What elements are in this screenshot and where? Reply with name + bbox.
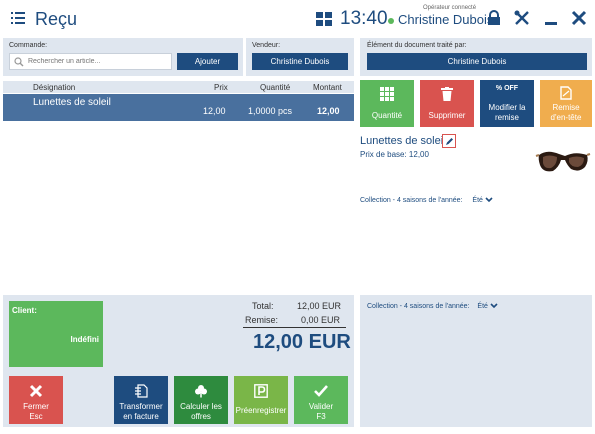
validate-key: F3 bbox=[316, 412, 326, 421]
modify-discount-button[interactable]: % OFF Modifier la remise bbox=[480, 80, 534, 127]
total-value: 12,00 EUR bbox=[297, 301, 342, 311]
grid-icon bbox=[380, 87, 394, 101]
col-designation: Désignation bbox=[33, 83, 76, 92]
offers-label-1: Calculer les bbox=[180, 402, 222, 411]
tools-icon[interactable] bbox=[514, 10, 530, 26]
chevron-down-icon[interactable] bbox=[490, 303, 498, 309]
close-icon[interactable] bbox=[571, 10, 587, 26]
search-field[interactable] bbox=[9, 53, 172, 70]
table-row[interactable]: Lunettes de soleil 12,00 1,0000 pcs 12,0… bbox=[3, 94, 354, 121]
preregister-button[interactable]: Préenregistrer bbox=[234, 376, 288, 424]
clover-icon bbox=[195, 385, 207, 398]
invoice-icon bbox=[135, 384, 148, 398]
header-discount-label: Remise d'en-tête bbox=[550, 103, 582, 122]
doc-collection-value[interactable]: Été bbox=[477, 303, 488, 310]
check-icon bbox=[314, 385, 328, 397]
parking-p-icon bbox=[254, 384, 268, 398]
validate-button[interactable]: Valider F3 bbox=[294, 376, 348, 424]
grand-total: 12,00 EUR bbox=[253, 331, 351, 353]
windows-grid-icon[interactable] bbox=[316, 12, 332, 26]
total-label: Total: bbox=[252, 301, 274, 311]
quantity-button[interactable]: Quantité bbox=[360, 80, 414, 127]
delete-button[interactable]: Supprimer bbox=[420, 80, 474, 127]
chevron-down-icon[interactable] bbox=[485, 197, 493, 203]
seller-label: Vendeur: bbox=[252, 42, 281, 49]
invoice-label-2: en facture bbox=[123, 412, 159, 421]
search-icon bbox=[14, 57, 24, 67]
table-header: Désignation Prix Quantité Montant bbox=[3, 81, 354, 93]
top-bar: Reçu 13:40 Opérateur connecté Christine … bbox=[0, 0, 595, 36]
header-discount-button[interactable]: Remise d'en-tête bbox=[540, 80, 592, 127]
transform-invoice-button[interactable]: Transformer en facture bbox=[114, 376, 168, 424]
item-collection-label: Collection - 4 saisons de l'année: bbox=[360, 197, 463, 204]
percent-off-icon: % OFF bbox=[495, 85, 519, 92]
sunglasses-image bbox=[535, 151, 591, 172]
delete-label: Supprimer bbox=[428, 111, 466, 120]
trash-icon bbox=[441, 87, 453, 101]
add-button[interactable]: Ajouter bbox=[177, 53, 238, 70]
item-name: Lunettes de soleil bbox=[360, 135, 446, 147]
close-key: Esc bbox=[29, 412, 43, 421]
quantity-label: Quantité bbox=[371, 111, 403, 120]
invoice-label-1: Transformer bbox=[119, 402, 163, 411]
discount-label: Remise: bbox=[245, 315, 279, 325]
edit-icon[interactable] bbox=[442, 134, 456, 148]
online-status-dot bbox=[388, 18, 394, 24]
doc-collection: Collection - 4 saisons de l'année: Été bbox=[367, 303, 498, 310]
row-price: 12,00 bbox=[203, 106, 226, 116]
item-collection: Collection - 4 saisons de l'année: Été bbox=[360, 197, 493, 204]
validate-label: Valider bbox=[308, 402, 334, 411]
table-body bbox=[3, 121, 354, 290]
page-title: Reçu bbox=[35, 9, 78, 29]
modify-discount-label: Modifier la remise bbox=[488, 103, 526, 122]
preregister-label: Préenregistrer bbox=[235, 406, 287, 415]
processed-by-label: Élément du document traité par: bbox=[367, 42, 467, 49]
row-designation: Lunettes de soleil bbox=[33, 97, 111, 108]
document-attributes-panel bbox=[360, 295, 592, 427]
document-discount-icon bbox=[560, 86, 572, 100]
offers-label-2: offres bbox=[191, 412, 211, 421]
clock: 13:40 bbox=[340, 8, 388, 29]
base-price: Prix de base: 12,00 bbox=[360, 150, 429, 159]
close-label: Fermer bbox=[23, 402, 49, 411]
client-label: Client: bbox=[12, 306, 37, 315]
close-receipt-button[interactable]: Fermer Esc bbox=[9, 376, 63, 424]
seller-button[interactable]: Christine Dubois bbox=[252, 53, 348, 70]
lock-icon[interactable] bbox=[486, 10, 502, 26]
col-quantity: Quantité bbox=[260, 83, 291, 92]
hamburger-menu-icon[interactable] bbox=[11, 12, 25, 24]
command-label: Commande: bbox=[9, 42, 48, 49]
processed-by-button[interactable]: Christine Dubois bbox=[367, 53, 587, 70]
row-amount: 12,00 bbox=[317, 106, 340, 116]
item-collection-value[interactable]: Été bbox=[472, 197, 483, 204]
client-value: Indéfini bbox=[70, 335, 99, 344]
row-quantity: 1,0000 pcs bbox=[248, 106, 293, 116]
col-amount: Montant bbox=[313, 83, 342, 92]
calculate-offers-button[interactable]: Calculer les offres bbox=[174, 376, 228, 424]
operator-name[interactable]: Christine Dubois bbox=[398, 12, 493, 27]
total-divider bbox=[243, 327, 346, 328]
operator-caption: Opérateur connecté bbox=[423, 5, 477, 11]
col-price: Prix bbox=[214, 83, 228, 92]
doc-collection-label: Collection - 4 saisons de l'année: bbox=[367, 303, 470, 310]
close-x-icon bbox=[29, 384, 43, 398]
minimize-icon[interactable] bbox=[543, 10, 559, 26]
discount-value: 0,00 EUR bbox=[301, 315, 341, 325]
search-input[interactable] bbox=[28, 55, 168, 68]
client-button[interactable]: Client: Indéfini bbox=[9, 301, 103, 367]
